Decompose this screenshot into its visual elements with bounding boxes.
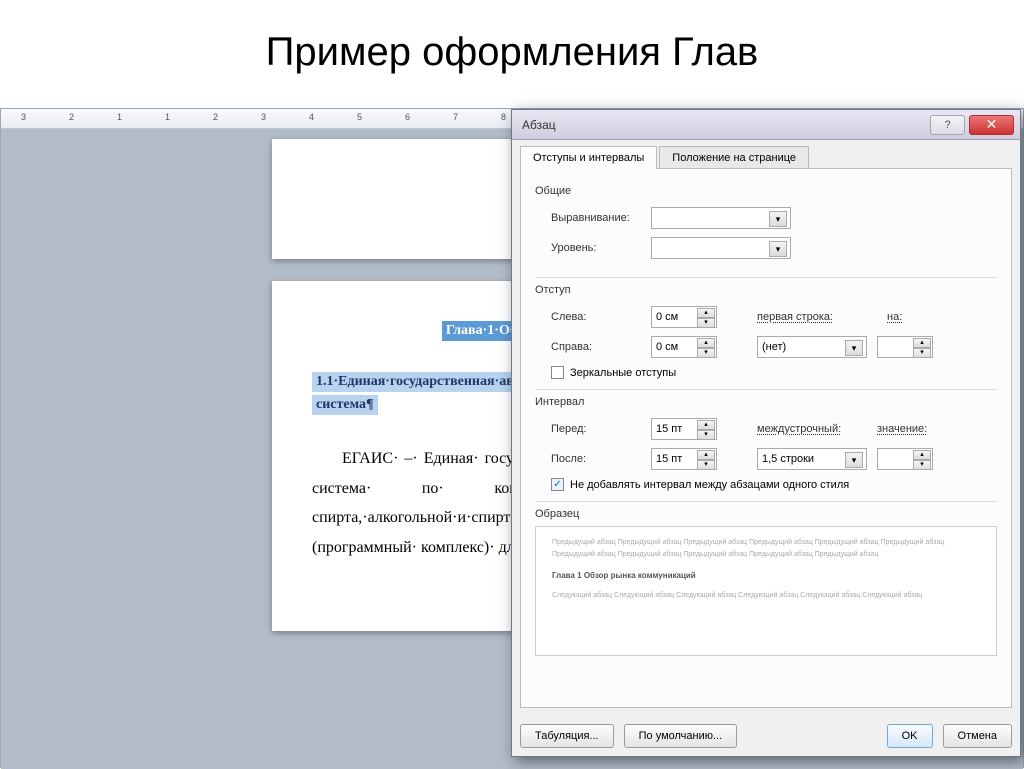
preview-sample-text: Глава 1 Обзор рынка коммуникаций: [552, 569, 980, 583]
right-label: Справа:: [551, 341, 651, 353]
group-spacing: Перед: 15 пт▴▾ междустрочный: значение: …: [535, 414, 997, 502]
spin-up-icon[interactable]: ▴: [697, 338, 715, 348]
by-spinner[interactable]: ▴▾: [877, 336, 933, 358]
after-spinner[interactable]: 15 пт▴▾: [651, 448, 717, 470]
dialog-title: Абзац: [522, 118, 556, 132]
ruler-tick: 3: [261, 112, 266, 122]
ruler-tick: 5: [357, 112, 362, 122]
help-button[interactable]: ?: [930, 115, 965, 135]
tab-indents-spacing[interactable]: Отступы и интервалы: [520, 146, 657, 169]
ruler-tick: 4: [309, 112, 314, 122]
ruler-tick: 6: [405, 112, 410, 122]
alignment-combo[interactable]: [651, 207, 791, 229]
nospace-label: Не добавлять интервал между абзацами одн…: [570, 479, 849, 491]
spin-up-icon[interactable]: ▴: [697, 420, 715, 430]
slide-title: Пример оформления Глав: [0, 0, 1024, 95]
ruler-tick: 1: [165, 112, 170, 122]
ok-button[interactable]: OK: [887, 724, 933, 748]
spin-down-icon[interactable]: ▾: [697, 430, 715, 440]
nospace-checkbox[interactable]: ✓: [551, 478, 564, 491]
spin-up-icon[interactable]: ▴: [697, 308, 715, 318]
dialog-tabs: Отступы и интервалы Положение на страниц…: [512, 140, 1020, 169]
ruler-tick: 2: [213, 112, 218, 122]
before-label: Перед:: [551, 423, 651, 435]
paragraph-dialog: Абзац ? ✕ Отступы и интервалы Положение …: [511, 109, 1021, 757]
ruler-tick: 2: [69, 112, 74, 122]
ruler-tick: 7: [453, 112, 458, 122]
before-spinner[interactable]: 15 пт▴▾: [651, 418, 717, 440]
subheading-line2: система¶: [312, 395, 378, 415]
at-spinner[interactable]: ▴▾: [877, 448, 933, 470]
level-combo[interactable]: [651, 237, 791, 259]
linespacing-label: междустрочный:: [757, 423, 857, 435]
by-label: на:: [887, 311, 917, 323]
alignment-label: Выравнивание:: [551, 212, 651, 224]
group-general-label: Общие: [535, 185, 997, 197]
left-label: Слева:: [551, 311, 651, 323]
firstline-label: первая строка:: [757, 311, 857, 323]
spin-down-icon[interactable]: ▾: [697, 318, 715, 328]
dialog-body: Общие Выравнивание: Уровень: Отступ Слев…: [520, 168, 1012, 708]
at-label: значение:: [877, 423, 932, 435]
preview-box: Предыдущий абзац Предыдущий абзац Предыд…: [535, 526, 997, 656]
spin-up-icon[interactable]: ▴: [913, 338, 931, 348]
mirror-label: Зеркальные отступы: [570, 367, 676, 379]
ruler-tick: 8: [501, 112, 506, 122]
spin-down-icon[interactable]: ▾: [913, 348, 931, 358]
linespacing-combo[interactable]: 1,5 строки: [757, 448, 867, 470]
tabs-button[interactable]: Табуляция...: [520, 724, 614, 748]
level-label: Уровень:: [551, 242, 651, 254]
cancel-button[interactable]: Отмена: [943, 724, 1012, 748]
spin-up-icon[interactable]: ▴: [697, 450, 715, 460]
ruler-tick: 1: [117, 112, 122, 122]
mirror-checkbox[interactable]: [551, 366, 564, 379]
default-button[interactable]: По умолчанию...: [624, 724, 738, 748]
tab-page-position[interactable]: Положение на странице: [659, 146, 809, 169]
spin-down-icon[interactable]: ▾: [697, 348, 715, 358]
group-general: Выравнивание: Уровень:: [535, 203, 997, 278]
group-spacing-label: Интервал: [535, 396, 997, 408]
right-spinner[interactable]: 0 см▴▾: [651, 336, 717, 358]
firstline-combo[interactable]: (нет): [757, 336, 867, 358]
spin-down-icon[interactable]: ▾: [913, 460, 931, 470]
spin-up-icon[interactable]: ▴: [913, 450, 931, 460]
left-spinner[interactable]: 0 см▴▾: [651, 306, 717, 328]
close-button[interactable]: ✕: [969, 115, 1014, 135]
group-preview-label: Образец: [535, 508, 997, 520]
group-indent-label: Отступ: [535, 284, 997, 296]
after-label: После:: [551, 453, 651, 465]
spin-down-icon[interactable]: ▾: [697, 460, 715, 470]
dialog-titlebar[interactable]: Абзац ? ✕: [512, 110, 1020, 140]
group-indent: Слева: 0 см▴▾ первая строка: на: Справа:…: [535, 302, 997, 390]
ruler-tick: 3: [21, 112, 26, 122]
dialog-buttons: Табуляция... По умолчанию... OK Отмена: [520, 724, 1012, 748]
